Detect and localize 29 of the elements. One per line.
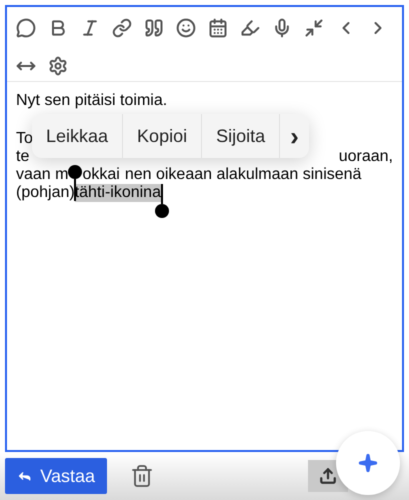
smiley-icon[interactable] — [176, 18, 196, 38]
highlighter-icon[interactable] — [240, 18, 260, 38]
settings-icon[interactable] — [48, 56, 68, 76]
editor-text: (pohjan) — [16, 184, 75, 202]
menu-item[interactable]: Kopioi — [123, 114, 202, 158]
editor-text: nen oikeaan alakulmaan sinisenä — [124, 166, 362, 184]
upload-icon — [319, 467, 337, 485]
editor-text: vaan m — [16, 166, 68, 184]
reply-button[interactable]: Vastaa — [5, 458, 107, 494]
speech-bubble-icon[interactable] — [16, 18, 36, 38]
editor-text: Nyt sen pitäisi toimia. — [16, 92, 168, 110]
menu-item[interactable]: Leikkaa — [32, 114, 124, 158]
menu-item[interactable]: Sijoita — [202, 114, 280, 158]
trash-icon[interactable] — [130, 464, 154, 488]
link-icon[interactable] — [112, 18, 132, 38]
editor-text: te — [16, 148, 30, 166]
calendar-icon[interactable] — [208, 18, 228, 38]
quote-icon[interactable] — [144, 18, 164, 38]
more-button[interactable]: › — [280, 114, 309, 158]
sparkle-icon — [358, 453, 378, 473]
editor-panel[interactable]: Leikkaa Kopioi Sijoita › Nyt sen pitäisi toimia. To te uoraan, vaan m okkai nen oikeaan alakulmaan sinisenä (pohjan)tähti-ikonina — [5, 5, 404, 452]
editor-text: uoraan, — [338, 148, 393, 166]
selected-text: tähti-ikonina — [74, 184, 161, 202]
editor-text: okkai — [82, 166, 120, 184]
collapse-icon[interactable] — [304, 18, 324, 38]
ai-assistant-button[interactable] — [336, 431, 400, 495]
editor-text: To — [16, 130, 33, 148]
italic-icon[interactable] — [80, 18, 100, 38]
microphone-icon[interactable] — [272, 18, 292, 38]
